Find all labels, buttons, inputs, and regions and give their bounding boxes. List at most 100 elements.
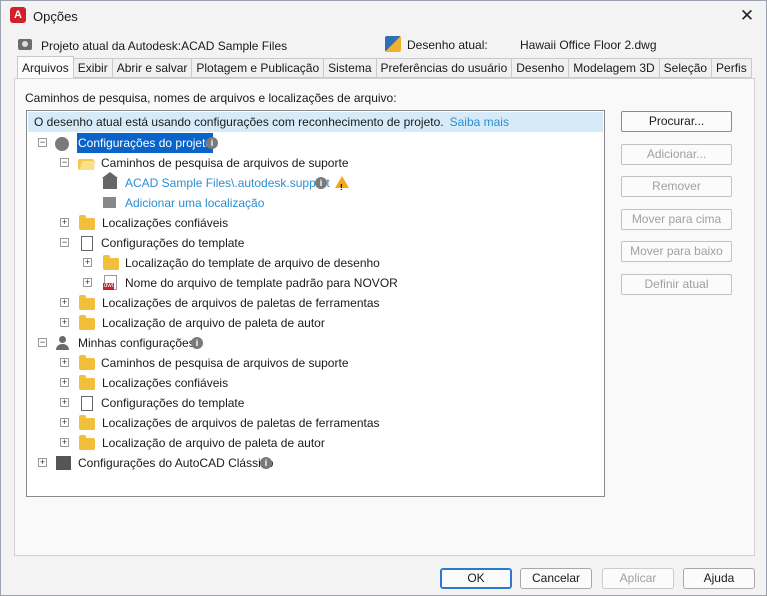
tree-label: Localizações de arquivos de paletas de f… bbox=[102, 416, 380, 430]
expand-toggle[interactable]: + bbox=[60, 298, 69, 307]
tree-label: Configurações do template bbox=[101, 236, 245, 250]
tree-node-project-settings[interactable]: − Configurações do projeto i bbox=[27, 133, 602, 153]
tab-desenho[interactable]: Desenho bbox=[512, 58, 570, 78]
tab-arquivos[interactable]: Arquivos bbox=[17, 56, 74, 78]
home-icon bbox=[102, 172, 118, 189]
tree-label: Adicionar uma localização bbox=[125, 196, 265, 210]
folder-open-icon bbox=[78, 159, 94, 170]
expand-toggle[interactable]: + bbox=[60, 378, 69, 387]
tab-sistema[interactable]: Sistema bbox=[324, 58, 377, 78]
tree-node-my-author-palette[interactable]: + Localização de arquivo de paleta de au… bbox=[27, 433, 602, 453]
tree-node-author-palette[interactable]: + Localização de arquivo de paleta de au… bbox=[27, 313, 602, 333]
add-location-icon bbox=[103, 197, 116, 208]
folder-icon bbox=[79, 435, 95, 450]
collapse-toggle[interactable]: − bbox=[60, 238, 69, 247]
expand-toggle[interactable]: + bbox=[60, 438, 69, 447]
drawing-label: Desenho atual: bbox=[407, 38, 488, 52]
tree-node-template-settings[interactable]: − Configurações do template bbox=[27, 233, 602, 253]
tab-abrir-salvar[interactable]: Abrir e salvar bbox=[112, 58, 193, 78]
classic-settings-icon bbox=[56, 456, 71, 470]
tree-label: Nome do arquivo de template padrão para … bbox=[125, 276, 398, 290]
tree-node-support-path-entry[interactable]: ACAD Sample Files\.autodesk.support i bbox=[27, 172, 602, 198]
collapse-toggle[interactable]: − bbox=[60, 158, 69, 167]
tab-exibir[interactable]: Exibir bbox=[73, 58, 113, 78]
expand-toggle[interactable]: + bbox=[83, 258, 92, 267]
expand-toggle[interactable]: + bbox=[60, 218, 69, 227]
panel-caption: Caminhos de pesquisa, nomes de arquivos … bbox=[25, 91, 397, 105]
tree-node-template-location[interactable]: + Localização do template de arquivo de … bbox=[27, 253, 602, 273]
tree-label: Caminhos de pesquisa de arquivos de supo… bbox=[101, 356, 349, 370]
tree-label: Configurações do template bbox=[101, 396, 245, 410]
project-settings-icon bbox=[55, 137, 69, 151]
expand-toggle[interactable]: + bbox=[83, 278, 92, 287]
tab-selecao[interactable]: Seleção bbox=[659, 58, 713, 78]
browse-button[interactable]: Procurar... bbox=[621, 111, 732, 132]
tab-preferencias[interactable]: Preferências do usuário bbox=[376, 58, 513, 78]
project-icon bbox=[18, 39, 32, 50]
expand-toggle[interactable]: + bbox=[38, 458, 47, 467]
tree-node-my-support-paths[interactable]: + Caminhos de pesquisa de arquivos de su… bbox=[27, 353, 602, 373]
expand-toggle[interactable]: + bbox=[60, 318, 69, 327]
tree-label: Localização do template de arquivo de de… bbox=[125, 256, 380, 270]
title-bar: A Opções ✕ bbox=[1, 1, 766, 31]
files-panel: Caminhos de pesquisa, nomes de arquivos … bbox=[14, 78, 755, 556]
tab-perfis[interactable]: Perfis bbox=[712, 58, 752, 78]
tree-node-default-template[interactable]: + Nome do arquivo de template padrão par… bbox=[27, 273, 602, 293]
tree-node-my-template-settings[interactable]: + Configurações do template bbox=[27, 393, 602, 413]
info-icon[interactable]: i bbox=[260, 457, 272, 469]
tree-label: Minhas configurações bbox=[78, 336, 195, 350]
tree-label: Localizações de arquivos de paletas de f… bbox=[102, 296, 380, 310]
tree-label: Localização de arquivo de paleta de auto… bbox=[102, 436, 325, 450]
drawing-icon bbox=[385, 36, 401, 52]
tree-label: Caminhos de pesquisa de arquivos de supo… bbox=[101, 156, 349, 170]
warning-icon[interactable] bbox=[335, 176, 349, 198]
collapse-toggle[interactable]: − bbox=[38, 338, 47, 347]
expand-toggle[interactable]: + bbox=[60, 398, 69, 407]
window-title: Opções bbox=[33, 9, 78, 24]
tree-node-trusted-locations[interactable]: + Localizações confiáveis bbox=[27, 213, 602, 233]
apply-button[interactable]: Aplicar bbox=[602, 568, 674, 589]
tree-label: ACAD Sample Files\.autodesk.support bbox=[125, 176, 330, 190]
dwt-file-icon bbox=[103, 275, 117, 290]
move-up-button[interactable]: Mover para cima bbox=[621, 209, 732, 230]
help-button[interactable]: Ajuda bbox=[683, 568, 755, 589]
tab-modelagem-3d[interactable]: Modelagem 3D bbox=[569, 58, 660, 78]
info-icon[interactable]: i bbox=[191, 337, 203, 349]
document-icon bbox=[81, 236, 93, 251]
folder-icon bbox=[79, 415, 95, 430]
close-icon[interactable]: ✕ bbox=[736, 5, 758, 27]
document-icon bbox=[81, 396, 93, 411]
collapse-toggle[interactable]: − bbox=[38, 138, 47, 147]
folder-icon bbox=[79, 215, 95, 230]
set-current-button[interactable]: Definir atual bbox=[621, 274, 732, 295]
autocad-app-icon: A bbox=[10, 7, 26, 23]
banner-text: O desenho atual está usando configuraçõe… bbox=[34, 115, 444, 129]
cancel-button[interactable]: Cancelar bbox=[520, 568, 592, 589]
add-button[interactable]: Adicionar... bbox=[621, 144, 732, 165]
current-project: Projeto atual da Autodesk:ACAD Sample Fi… bbox=[41, 39, 287, 53]
tree-label: Configurações do AutoCAD Clássico bbox=[78, 456, 274, 470]
tree-node-my-tool-palettes[interactable]: + Localizações de arquivos de paletas de… bbox=[27, 413, 602, 433]
expand-toggle[interactable]: + bbox=[60, 358, 69, 367]
tree-label: Configurações do projeto bbox=[77, 133, 214, 153]
info-icon[interactable]: i bbox=[315, 177, 327, 189]
tab-bar: Arquivos Exibir Abrir e salvar Plotagem … bbox=[17, 56, 752, 79]
remove-button[interactable]: Remover bbox=[621, 176, 732, 197]
expand-toggle[interactable]: + bbox=[60, 418, 69, 427]
folder-icon bbox=[79, 315, 95, 330]
folder-icon bbox=[103, 255, 119, 270]
tree-node-add-location[interactable]: Adicionar uma localização bbox=[27, 193, 602, 213]
ok-button[interactable]: OK bbox=[440, 568, 512, 589]
info-icon[interactable]: i bbox=[206, 137, 218, 149]
learn-more-link[interactable]: Saiba mais bbox=[450, 115, 509, 129]
tree-node-tool-palettes[interactable]: + Localizações de arquivos de paletas de… bbox=[27, 293, 602, 313]
tree-node-my-trusted-locations[interactable]: + Localizações confiáveis bbox=[27, 373, 602, 393]
project-label: Projeto atual da Autodesk: bbox=[41, 39, 182, 53]
project-banner: O desenho atual está usando configuraçõe… bbox=[28, 112, 603, 132]
move-down-button[interactable]: Mover para baixo bbox=[621, 241, 732, 262]
tree-node-my-settings[interactable]: − Minhas configurações i bbox=[27, 333, 602, 353]
tree-node-classic-settings[interactable]: + Configurações do AutoCAD Clássico i bbox=[27, 453, 602, 473]
files-tree[interactable]: O desenho atual está usando configuraçõe… bbox=[26, 110, 605, 497]
tab-plotagem[interactable]: Plotagem e Publicação bbox=[192, 58, 325, 78]
tree-node-support-search-paths[interactable]: − Caminhos de pesquisa de arquivos de su… bbox=[27, 153, 602, 173]
